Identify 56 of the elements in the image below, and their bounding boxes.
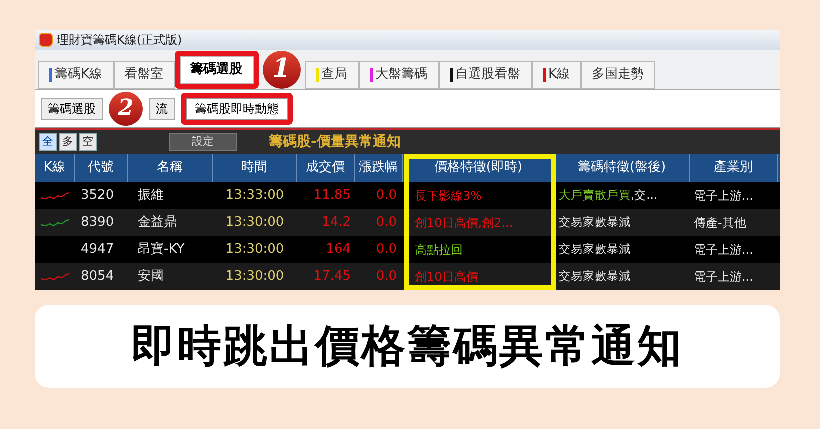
table-cell-text: 交易家數暴減 — [558, 214, 632, 231]
table-cell-text: 電子上游... — [693, 188, 754, 204]
tab[interactable]: 多国走勢 — [581, 61, 656, 89]
caption: 即時跳出價格籌碼異常通知 — [132, 320, 684, 374]
table-cell-text: 17.45 — [312, 268, 352, 286]
table-cell-text: 4947 — [80, 240, 116, 259]
filter-button[interactable]: 空 — [79, 133, 97, 151]
table-cell-text: 0.0 — [375, 214, 398, 232]
toolbar-button[interactable]: 流 — [149, 98, 175, 120]
settings-button[interactable]: 設定 — [169, 133, 237, 151]
tab[interactable]: 看盤室 — [114, 61, 175, 89]
table-cell-text: 14.2 — [321, 214, 352, 232]
table-cell-text: 大戶賣散戶買,交... — [558, 186, 659, 204]
tab[interactable]: 大盤籌碼 — [358, 61, 439, 89]
table-cell-text: 振維 — [137, 186, 165, 205]
tab[interactable]: 查局 — [304, 61, 359, 89]
table-cell-text: 金益鼎 — [137, 214, 178, 232]
filter-button[interactable]: 多 — [59, 133, 77, 151]
sparkline-icon — [41, 218, 69, 228]
menu-item[interactable]: 籌碼股即時動態 — [187, 100, 287, 118]
table-cell-text: 13:30:00 — [224, 214, 286, 232]
window-title: 理財寶籌碼K線(正式版) — [57, 32, 182, 49]
table-cell-text: 創10日高價,創2... — [415, 214, 514, 232]
step-badge: 1 — [262, 50, 301, 88]
toolbar-button[interactable]: 籌碼選股 — [41, 98, 103, 120]
table-cell-text: 創10日高價 — [415, 268, 478, 286]
app-logo-icon — [39, 33, 53, 47]
table-cell-text: 傳產-其他 — [693, 214, 748, 232]
table-cell-text: 長下影線3% — [415, 188, 482, 204]
table-cell-text: 13:30:00 — [224, 240, 286, 259]
table-cell-text: 13:30:00 — [224, 268, 286, 286]
tab[interactable]: 籌碼K線 — [38, 61, 114, 89]
table-cell-text: 電子上游... — [693, 242, 754, 258]
table-cell-text: 0.0 — [375, 240, 398, 259]
tab[interactable]: K線 — [532, 61, 582, 89]
sparkline-icon — [41, 272, 69, 282]
table-cell-text: 交易家數暴減 — [558, 240, 632, 258]
table-cell-text: 0.0 — [375, 186, 398, 205]
table-cell-text: 8054 — [80, 268, 116, 286]
tab[interactable]: 籌碼選股 — [180, 56, 254, 84]
table-cell-text: 0.0 — [375, 268, 398, 286]
tab[interactable]: 自選股看盤 — [438, 61, 532, 89]
panel-title: 籌碼股-價量異常通知 — [269, 132, 401, 152]
table-cell-text: 8390 — [80, 214, 116, 232]
table-cell-text: 安國 — [137, 268, 165, 286]
table-cell-text: 昂寶-KY — [137, 240, 186, 259]
table-cell-text: 11.85 — [312, 186, 352, 205]
table-cell-text: 交易家數暴減 — [558, 268, 632, 285]
table-cell-text: 13:33:00 — [224, 186, 286, 205]
sparkline-icon — [41, 190, 69, 200]
table-cell-text: 高點拉回 — [415, 242, 463, 258]
filter-button[interactable]: 全 — [39, 133, 57, 151]
table-cell-text: 164 — [325, 240, 352, 259]
table-cell-text: 3520 — [80, 186, 116, 205]
step-badge: 2 — [109, 92, 143, 126]
table-cell-text: 電子上游... — [693, 268, 754, 286]
